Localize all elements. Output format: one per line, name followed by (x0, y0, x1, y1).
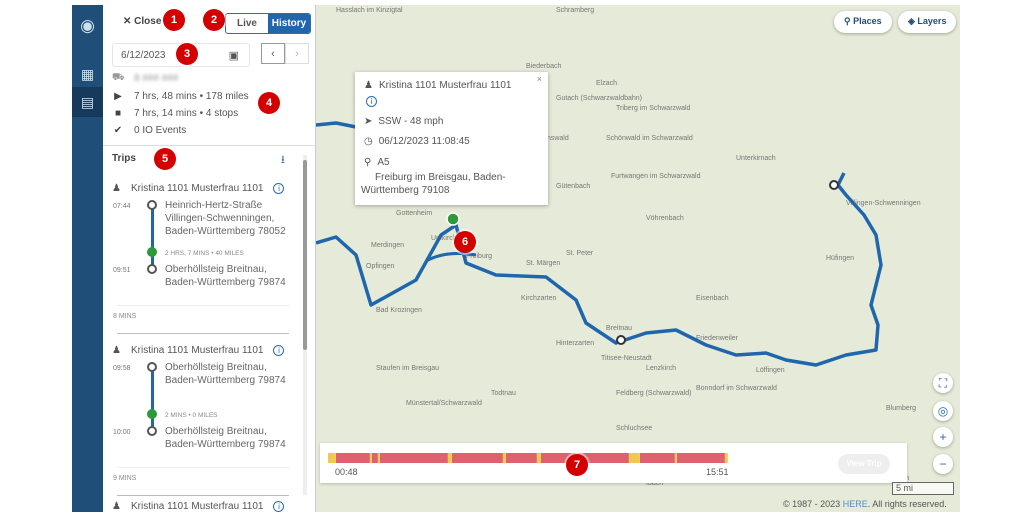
annotation-marker: 1 (163, 9, 185, 31)
side-nav: ◉ ▦ ▤ (72, 5, 103, 512)
trips-heading: Trips (112, 153, 136, 164)
zoom-out-button[interactable]: − (933, 454, 953, 474)
popup-address: Freiburg im Breisgau, Baden-Württemberg … (361, 172, 506, 196)
mode-toggle: Live History (225, 13, 311, 34)
scale-bar: 5 mi (892, 482, 954, 495)
trip-item[interactable]: ♟ Kristina 1101 Musterfrau 1101 i 09:58 Ob… (103, 333, 303, 489)
stop-icon: ■ (114, 108, 122, 119)
close-popup-icon[interactable]: × (537, 74, 542, 84)
driving-summary: 7 hrs, 48 mins • 178 miles (134, 91, 249, 102)
stop-marker (829, 180, 839, 190)
timeline-moving-segment (640, 453, 675, 463)
map[interactable]: Hasslach im Kinzigtal Schramberg Biederbac… (316, 5, 960, 512)
scrollbar[interactable] (303, 155, 307, 495)
timeline-moving-segment (380, 453, 449, 463)
timeline-moving-segment (335, 453, 371, 463)
pin-icon: ⚲ (844, 16, 854, 26)
here-link[interactable]: HERE (843, 499, 868, 509)
annotation-marker: 6 (454, 231, 476, 253)
navigation-icon (147, 247, 157, 257)
timeline: 00:48 15:51 View Trip (320, 443, 907, 483)
annotation-marker: 2 (203, 9, 225, 31)
close-icon: ✕ (123, 16, 135, 27)
vehicle-popup: × ♟ Kristina 1101 Musterfrau 1101 i ➤ SSW … (355, 72, 548, 205)
driver-icon: ♟ (112, 345, 121, 356)
download-icon[interactable]: ⭳ (281, 151, 285, 170)
info-icon[interactable]: i (273, 501, 285, 512)
timeline-idle-segment (629, 453, 641, 463)
dashboard-icon[interactable]: ▦ (72, 59, 103, 89)
trip-item[interactable]: ♟ Kristina 1101 Musterfrau 1101 i (103, 495, 303, 512)
trip-list: ♟ Kristina 1101 Musterfrau 1101 i 07:44 He… (103, 175, 303, 512)
timeline-moving-segment (451, 453, 504, 463)
truck-icon: ⛟ (112, 72, 125, 83)
navigation-icon (147, 409, 157, 419)
places-button[interactable]: ⚲ Places (834, 11, 892, 33)
info-icon[interactable]: i (366, 96, 377, 107)
annotation-marker: 5 (154, 148, 176, 170)
layers-icon: ◈ (908, 16, 918, 26)
start-node (147, 200, 157, 210)
navigation-icon: ➤ (364, 116, 373, 127)
timeline-idle-segment (328, 453, 336, 463)
route-branch (425, 252, 477, 263)
info-icon[interactable]: i (273, 183, 285, 194)
layers-button[interactable]: ◈ Layers (898, 11, 957, 33)
fullscreen-button[interactable]: ⛶ (933, 373, 953, 393)
vehicle-name: 8 ### ### (134, 73, 179, 84)
locate-button[interactable]: ◎ (933, 401, 953, 421)
view-trip-button[interactable]: View Trip (838, 454, 890, 474)
tab-live[interactable]: Live (226, 14, 268, 33)
map-icon[interactable]: ▤ (72, 87, 103, 117)
play-icon: ▶ (114, 91, 122, 102)
driver-icon: ♟ (112, 501, 121, 512)
start-node (147, 362, 157, 372)
copyright: © 1987 - 2023 HERE. All rights reserved. (783, 499, 947, 509)
next-day-button[interactable]: › (285, 43, 309, 64)
tab-history[interactable]: History (268, 14, 310, 33)
trip-item[interactable]: ♟ Kristina 1101 Musterfrau 1101 i 07:44 He… (103, 175, 303, 327)
date-pager: ‹ › (261, 43, 309, 64)
annotation-marker: 3 (176, 43, 198, 65)
clock-icon: ◷ (364, 136, 373, 147)
history-panel: ✕ Close Live History 6/12/2023 ▣ ‹ › ⛟ 8 ##… (103, 5, 316, 512)
timeline-idle-segment (725, 453, 729, 463)
check-circle-icon: ✔ (113, 125, 123, 136)
calendar-icon[interactable]: ▣ (229, 49, 239, 62)
prev-day-button[interactable]: ‹ (261, 43, 285, 64)
zoom-in-button[interactable]: + (933, 427, 953, 447)
vehicle-marker (446, 212, 460, 226)
annotation-marker: 4 (258, 92, 280, 114)
timeline-end: 15:51 (706, 467, 729, 477)
end-node (147, 264, 157, 274)
timeline-moving-segment (505, 453, 537, 463)
driver-icon: ♟ (364, 80, 373, 91)
user-circle-icon[interactable]: ◉ (72, 11, 103, 41)
annotation-marker: 7 (566, 454, 588, 476)
driver-icon: ♟ (112, 183, 121, 194)
stopped-summary: 7 hrs, 14 mins • 4 stops (134, 108, 239, 119)
timeline-moving-segment (677, 453, 726, 463)
timeline-start: 00:48 (335, 467, 358, 477)
close-button[interactable]: ✕ Close (123, 16, 161, 27)
stop-marker (616, 335, 626, 345)
end-node (147, 426, 157, 436)
timeline-bar[interactable] (328, 453, 729, 463)
io-events: 0 IO Events (134, 125, 187, 136)
info-icon[interactable]: i (273, 345, 285, 356)
location-pin-icon: ⚲ (364, 157, 372, 168)
